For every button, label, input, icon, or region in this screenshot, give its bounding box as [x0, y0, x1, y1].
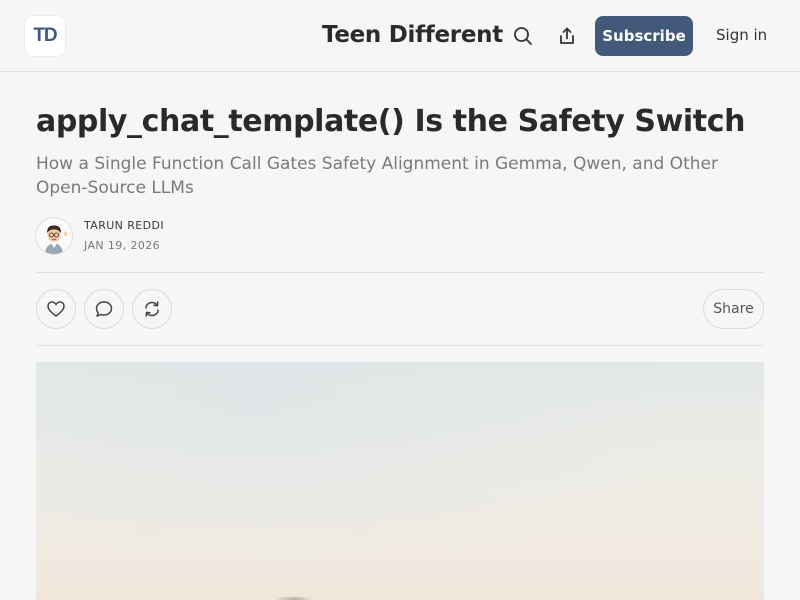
divider — [36, 272, 764, 273]
top-navigation-bar: TD Teen Different Subscribe Sign in — [0, 0, 800, 72]
heart-icon — [47, 301, 65, 317]
author-avatar[interactable] — [36, 218, 72, 254]
logo-text: TD — [33, 25, 57, 46]
search-button[interactable] — [509, 22, 537, 50]
share-icon — [560, 27, 574, 44]
author-name[interactable]: TARUN REDDI — [84, 219, 164, 232]
hero-image-detail — [274, 596, 314, 600]
post-title: apply_chat_template() Is the Safety Swit… — [36, 104, 746, 139]
subscribe-button[interactable]: Subscribe — [595, 16, 693, 56]
publication-title[interactable]: Teen Different — [322, 22, 503, 52]
post-date: JAN 19, 2026 — [84, 239, 161, 252]
search-icon — [514, 27, 532, 45]
restack-button[interactable] — [132, 289, 172, 329]
comment-icon — [95, 301, 113, 317]
sign-in-link[interactable]: Sign in — [716, 26, 767, 48]
share-button-top[interactable] — [553, 22, 581, 50]
comment-button[interactable] — [84, 289, 124, 329]
hero-image — [36, 362, 764, 600]
like-button[interactable] — [36, 289, 76, 329]
author-avatar-image — [36, 218, 72, 254]
share-button[interactable]: Share — [703, 289, 764, 329]
divider — [36, 345, 764, 346]
post-subtitle: How a Single Function Call Gates Safety … — [36, 154, 718, 198]
restack-icon — [145, 301, 159, 317]
publication-logo[interactable]: TD — [25, 16, 65, 56]
